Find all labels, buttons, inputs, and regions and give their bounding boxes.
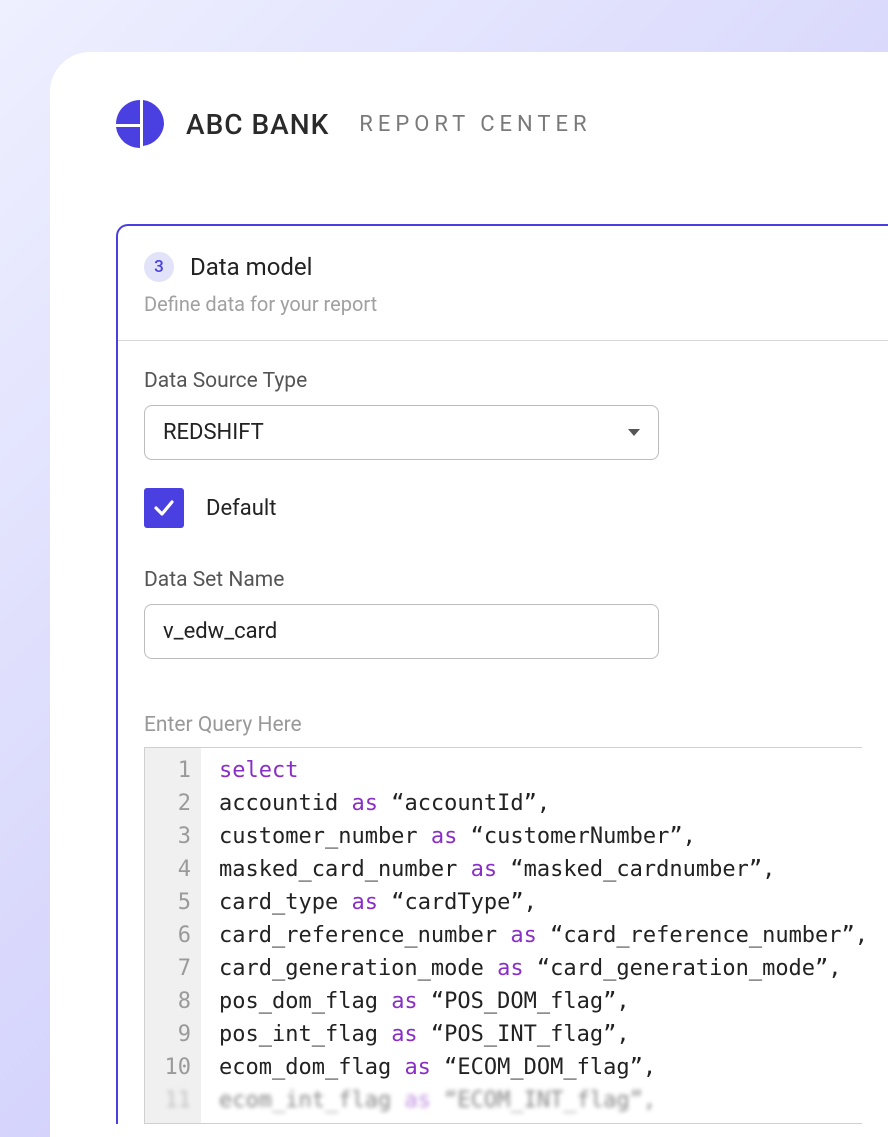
line-number: 7 — [151, 952, 191, 985]
line-number: 5 — [151, 886, 191, 919]
line-number: 1 — [151, 754, 191, 787]
default-checkbox[interactable] — [144, 488, 184, 528]
data-source-type-value: REDSHIFT — [163, 420, 264, 445]
code-line: pos_int_flag as “POS_INT_flag”, — [219, 1018, 868, 1051]
line-number: 9 — [151, 1018, 191, 1051]
code-line: ecom_int_flag as “ECOM_INT_flag”, — [219, 1084, 868, 1117]
step-number-badge: 3 — [144, 252, 174, 282]
query-label: Enter Query Here — [144, 713, 862, 737]
code-area[interactable]: selectaccountid as “accountId”,customer_… — [201, 748, 868, 1123]
code-line: customer_number as “customerNumber”, — [219, 820, 868, 853]
line-number: 10 — [151, 1051, 191, 1084]
code-line: pos_dom_flag as “POS_DOM_flag”, — [219, 985, 868, 1018]
code-line: card_type as “cardType”, — [219, 886, 868, 919]
query-editor[interactable]: 1234567891011 selectaccountid as “accoun… — [144, 747, 862, 1124]
panel-body: Data Source Type REDSHIFT Default Data S… — [118, 341, 888, 1124]
dataset-name-label: Data Set Name — [144, 568, 862, 592]
line-number: 8 — [151, 985, 191, 1018]
dataset-name-input[interactable] — [144, 604, 659, 659]
code-line: ecom_dom_flag as “ECOM_DOM_flag”, — [219, 1051, 868, 1084]
app-name: ABC BANK — [186, 108, 329, 141]
data-source-type-label: Data Source Type — [144, 369, 862, 393]
line-gutter: 1234567891011 — [145, 748, 201, 1123]
step-description: Define data for your report — [144, 292, 862, 316]
app-card: ABC BANK REPORT CENTER 3 Data model Defi… — [50, 52, 888, 1137]
line-number: 2 — [151, 787, 191, 820]
default-checkbox-label: Default — [206, 496, 276, 521]
code-line: accountid as “accountId”, — [219, 787, 868, 820]
line-number: 6 — [151, 919, 191, 952]
step-title: Data model — [190, 253, 313, 281]
code-line: select — [219, 754, 868, 787]
line-number: 3 — [151, 820, 191, 853]
data-model-panel: 3 Data model Define data for your report… — [116, 224, 888, 1124]
data-source-type-select[interactable]: REDSHIFT — [144, 405, 659, 460]
line-number: 11 — [151, 1084, 191, 1117]
code-line: masked_card_number as “masked_cardnumber… — [219, 853, 868, 886]
app-subtitle: REPORT CENTER — [359, 112, 591, 137]
code-line: card_generation_mode as “card_generation… — [219, 952, 868, 985]
line-number: 4 — [151, 853, 191, 886]
chevron-down-icon — [628, 429, 640, 436]
checkmark-icon — [152, 496, 176, 520]
code-line: card_reference_number as “card_reference… — [219, 919, 868, 952]
app-header: ABC BANK REPORT CENTER — [116, 100, 888, 148]
panel-header: 3 Data model Define data for your report — [118, 226, 888, 341]
bank-logo-icon — [116, 100, 166, 148]
